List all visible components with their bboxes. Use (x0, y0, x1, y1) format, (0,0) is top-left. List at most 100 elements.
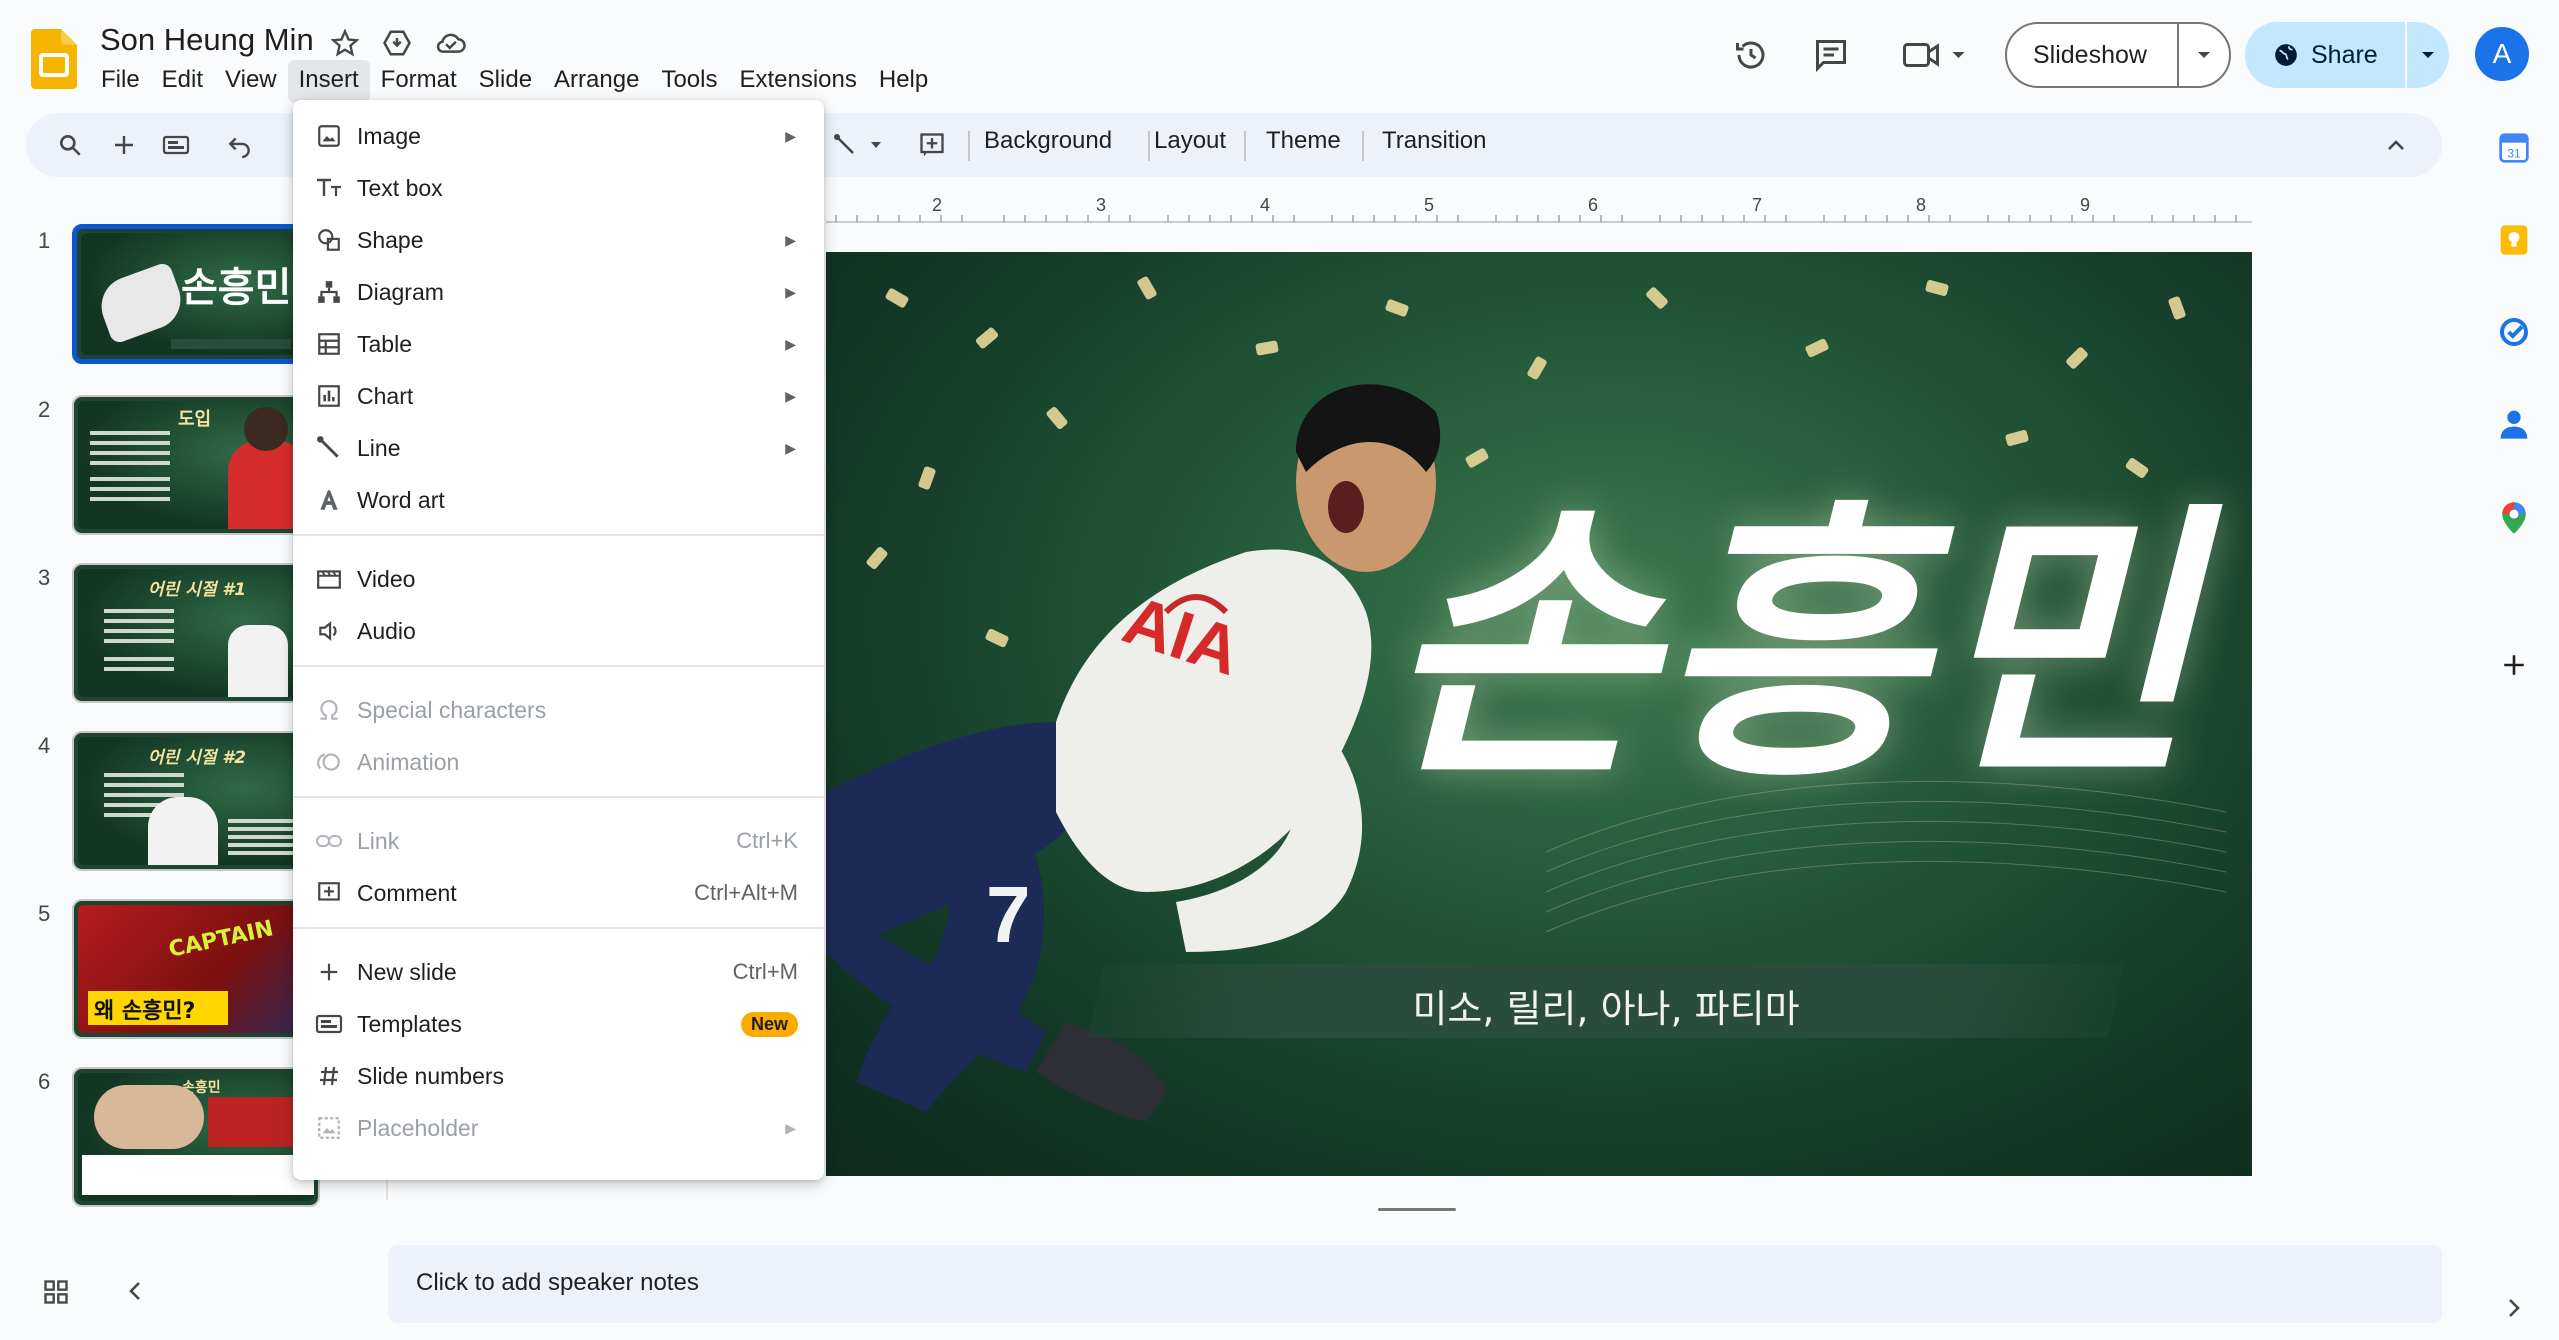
transition-button[interactable]: Transition (1382, 127, 1486, 155)
move-to-drive-icon[interactable] (378, 24, 416, 62)
cloud-status-icon[interactable] (432, 24, 470, 62)
share-dropdown-icon[interactable] (2407, 50, 2449, 60)
menu-extensions[interactable]: Extensions (728, 60, 867, 102)
menu-view[interactable]: View (214, 60, 288, 102)
menu-item-label: Chart (357, 382, 414, 409)
slide-canvas[interactable]: AIA 7 손흥민 미소, 릴리, 아나, 파티마 (826, 252, 2252, 1176)
word-art-icon (313, 484, 345, 516)
player-head (244, 407, 288, 451)
menu-item-table[interactable]: Table ▶ (293, 318, 824, 370)
menu-item-slide-numbers[interactable]: Slide numbers (293, 1050, 824, 1102)
slides-logo-icon[interactable] (31, 29, 77, 89)
chart-icon (313, 380, 345, 412)
search-menus-icon[interactable] (50, 125, 90, 165)
slide-thumbnail-6[interactable]: 손흥민 (72, 1067, 320, 1207)
menu-item-audio[interactable]: Audio (293, 605, 824, 657)
line-tool-icon[interactable] (826, 125, 896, 165)
menu-item-text-box[interactable]: Text box (293, 162, 824, 214)
thumbnail-text-lines (90, 431, 170, 435)
menu-item-label: Animation (357, 748, 460, 775)
share-button[interactable]: Share (2245, 22, 2449, 88)
keep-icon[interactable] (2494, 220, 2534, 260)
menu-help[interactable]: Help (868, 60, 939, 102)
menu-item-label: New slide (357, 958, 457, 985)
menu-item-word-art[interactable]: Word art (293, 474, 824, 526)
player-figure (94, 1085, 204, 1149)
notes-resize-handle[interactable] (1378, 1208, 1456, 1211)
menu-item-label: Text box (357, 174, 443, 201)
menu-item-label: Slide numbers (357, 1062, 505, 1089)
menu-insert[interactable]: Insert (287, 60, 370, 102)
menu-item-templates[interactable]: Templates New (293, 998, 824, 1050)
slide-number: 1 (38, 228, 51, 253)
placeholder-icon (313, 1112, 345, 1144)
grid-view-icon[interactable] (42, 1278, 78, 1314)
collapse-toolbar-icon[interactable] (2376, 125, 2416, 165)
menu-item-animation[interactable]: Animation (293, 736, 824, 788)
tasks-icon[interactable] (2494, 312, 2534, 352)
comments-icon[interactable] (1806, 30, 1856, 80)
slide-thumbnail-5[interactable]: CAPTAIN 왜 손흥민? (72, 899, 320, 1039)
share-main[interactable]: Share (2245, 41, 2405, 70)
add-comment-icon[interactable] (912, 125, 952, 165)
submenu-arrow-icon: ▶ (785, 335, 796, 352)
slide-thumbnail-3[interactable]: 어린 시절 #1 (72, 563, 320, 703)
document-title[interactable]: Son Heung Min (100, 22, 314, 58)
slide-thumbnail-2[interactable]: 도입 (72, 395, 320, 535)
horizontal-ruler[interactable]: 2 3 4 5 6 7 8 9 (826, 195, 2252, 223)
menu-arrange[interactable]: Arrange (543, 60, 650, 102)
slide-thumbnail-4[interactable]: 어린 시절 #2 (72, 731, 320, 871)
layout-icon[interactable] (156, 125, 196, 165)
slideshow-button[interactable]: Slideshow (2005, 22, 2231, 88)
slide-subtitle[interactable]: 미소, 릴리, 아나, 파티마 (1096, 978, 2116, 1033)
menu-item-link[interactable]: Link Ctrl+K (293, 815, 824, 867)
ruler-tick-label: 2 (932, 195, 943, 215)
new-slide-icon[interactable] (104, 125, 144, 165)
toolbar-separator (968, 131, 970, 161)
thumbnail-text-lines (104, 773, 184, 777)
submenu-arrow-icon: ▶ (785, 387, 796, 404)
menu-item-comment[interactable]: Comment Ctrl+Alt+M (293, 867, 824, 919)
slide-thumbnail-1[interactable]: 손흥민 (72, 224, 320, 364)
get-addons-icon[interactable] (2494, 645, 2534, 685)
menu-file[interactable]: File (90, 60, 151, 102)
menu-item-chart[interactable]: Chart ▶ (293, 370, 824, 422)
menu-item-placeholder[interactable]: Placeholder ▶ (293, 1102, 824, 1154)
collapse-filmstrip-icon[interactable] (128, 1280, 152, 1310)
menu-slide[interactable]: Slide (468, 60, 543, 102)
menu-tools[interactable]: Tools (650, 60, 728, 102)
star-icon[interactable] (326, 24, 364, 62)
speaker-notes[interactable]: Click to add speaker notes (388, 1245, 2442, 1323)
background-button[interactable]: Background (984, 127, 1112, 155)
shortcut-hint: Ctrl+Alt+M (694, 880, 798, 905)
menu-item-special-characters[interactable]: Special characters (293, 684, 824, 736)
plus-icon (313, 956, 345, 988)
version-history-icon[interactable] (1726, 30, 1776, 80)
theme-button[interactable]: Theme (1266, 127, 1341, 155)
menu-item-video[interactable]: Video (293, 553, 824, 605)
account-avatar[interactable]: A (2475, 27, 2529, 81)
thumbnail-heading: 손흥민 (181, 265, 292, 311)
slide-title[interactable]: 손흥민 (1386, 412, 2198, 832)
calendar-icon[interactable]: 31 (2494, 128, 2534, 168)
menu-separator (293, 665, 824, 667)
layout-button[interactable]: Layout (1154, 127, 1226, 155)
menu-item-label: Image (357, 122, 421, 149)
audio-icon (313, 615, 345, 647)
menu-item-shape[interactable]: Shape ▶ (293, 214, 824, 266)
menu-item-diagram[interactable]: Diagram ▶ (293, 266, 824, 318)
slideshow-dropdown-icon[interactable] (2179, 50, 2229, 60)
contacts-icon[interactable] (2494, 404, 2534, 444)
thumbnail-heading: 도입 (178, 409, 212, 430)
menu-format[interactable]: Format (370, 60, 468, 102)
expand-side-panel-icon[interactable] (2494, 1288, 2534, 1328)
menu-edit[interactable]: Edit (151, 60, 214, 102)
menu-item-image[interactable]: Image ▶ (293, 110, 824, 162)
thumbnail-news-strip (82, 1155, 314, 1195)
meet-icon[interactable] (1896, 30, 1976, 80)
menu-item-new-slide[interactable]: New slide Ctrl+M (293, 946, 824, 998)
menu-item-line[interactable]: Line ▶ (293, 422, 824, 474)
undo-icon[interactable] (220, 125, 260, 165)
maps-icon[interactable] (2494, 498, 2534, 538)
menu-item-label: Special characters (357, 696, 547, 723)
